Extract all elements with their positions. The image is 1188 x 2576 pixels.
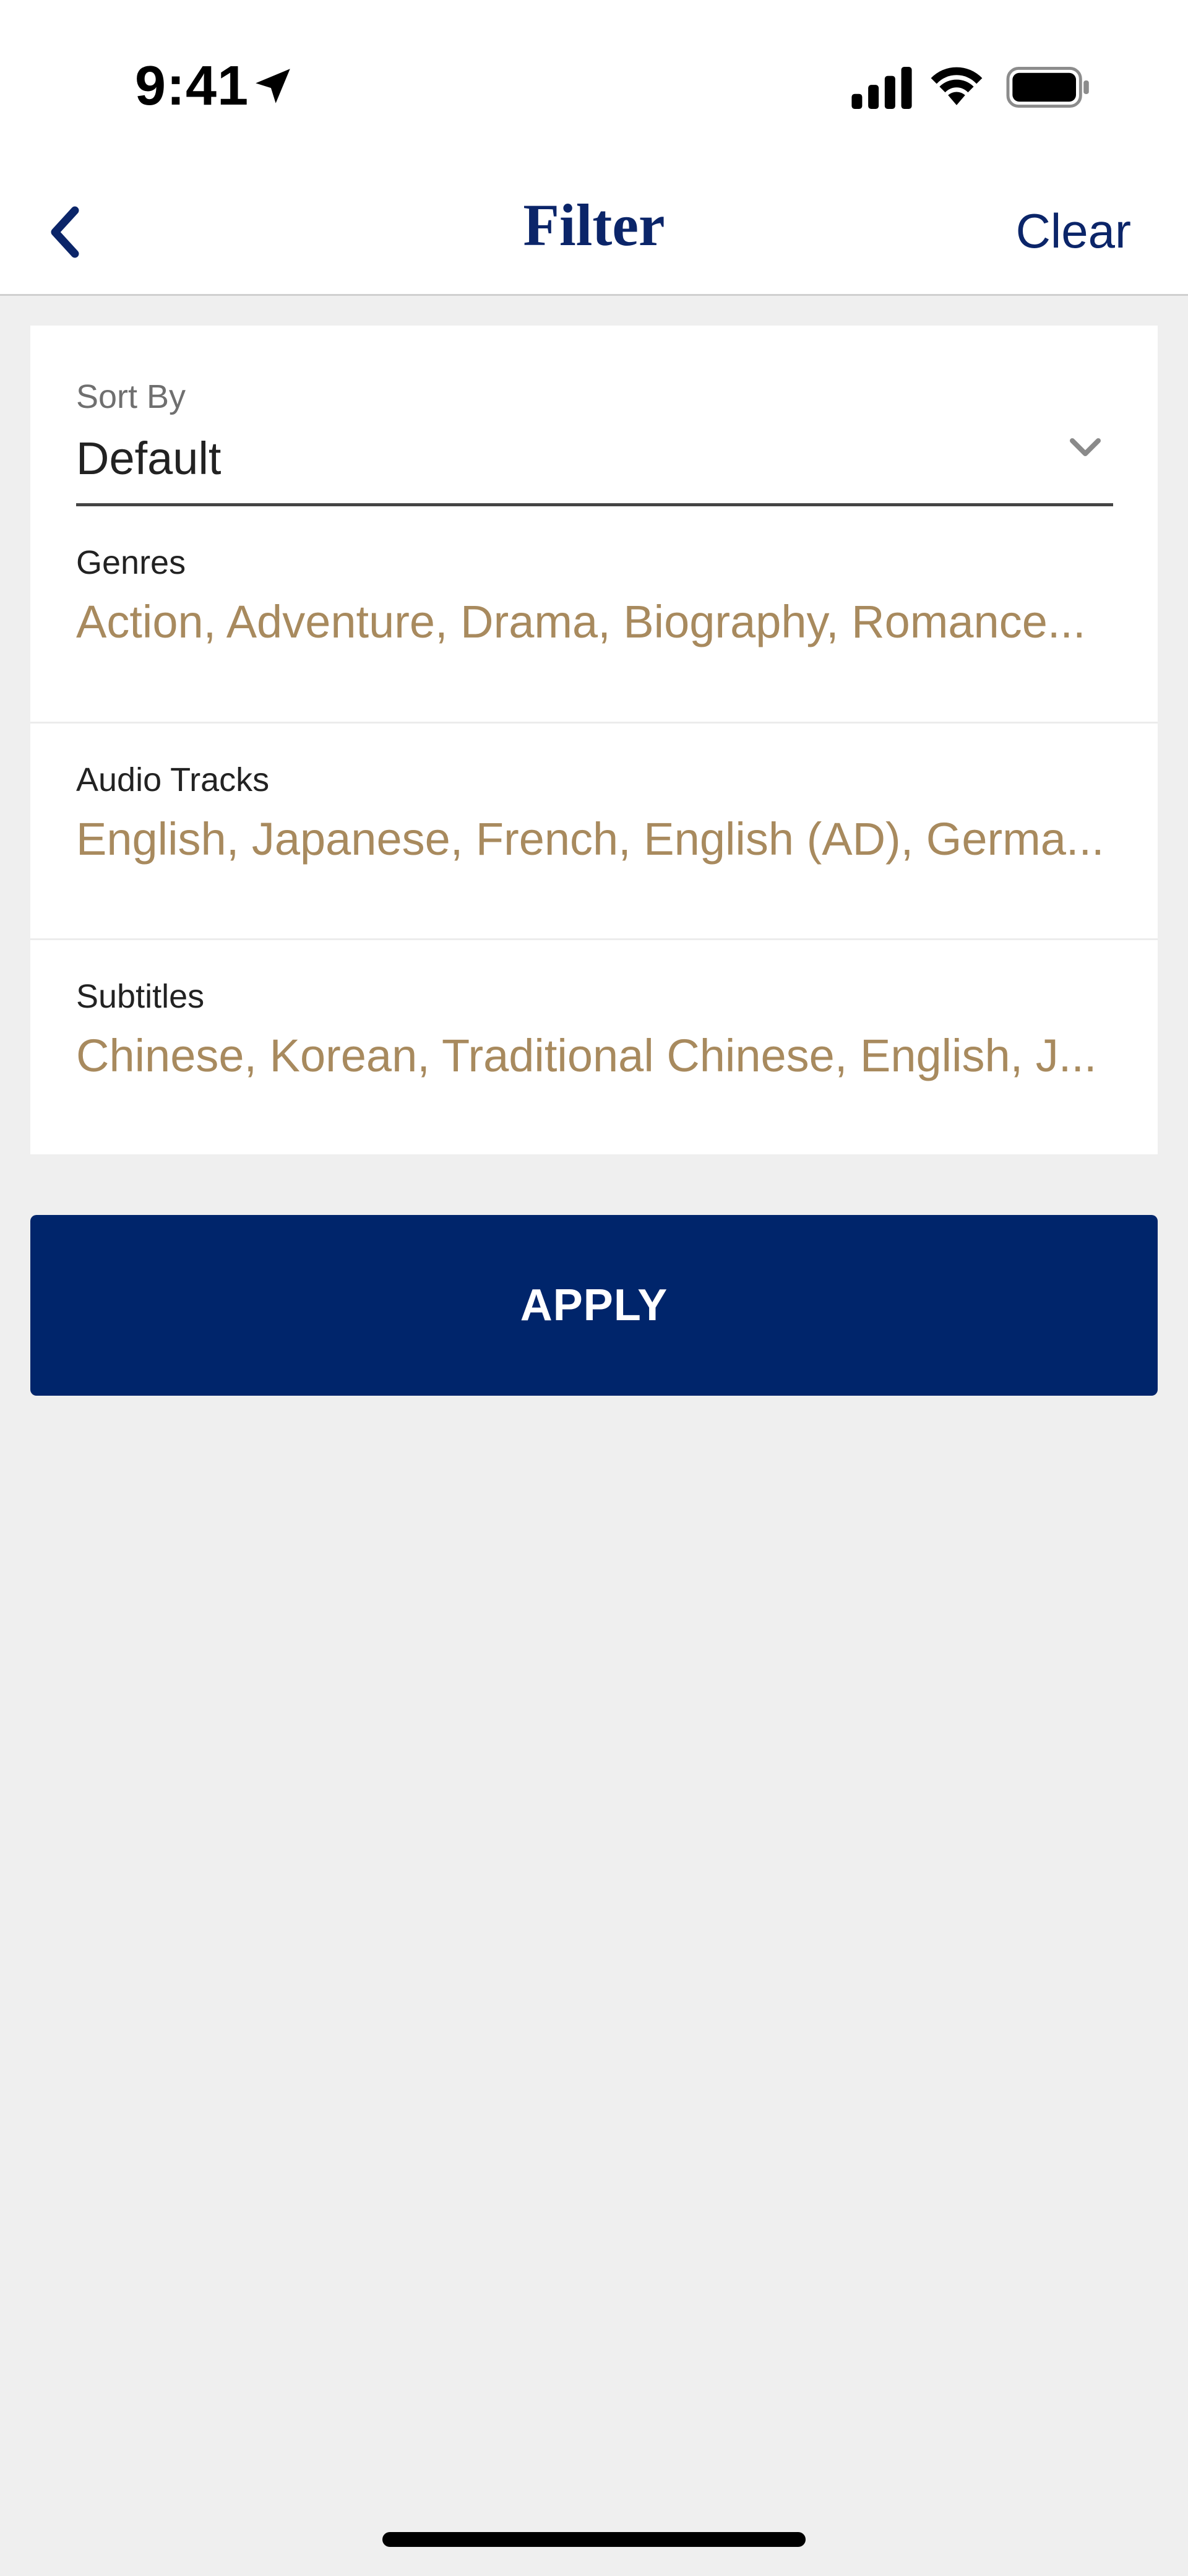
chevron-down-icon: [1070, 438, 1101, 456]
battery-icon: [1006, 67, 1089, 108]
subtitles-value: Chinese, Korean, Traditional Chinese, En…: [76, 1030, 1097, 1081]
audio-tracks-label: Audio Tracks: [76, 761, 270, 798]
filter-card: Sort By Default Genres Action, Adventure…: [30, 326, 1158, 1154]
genres-label: Genres: [76, 544, 186, 581]
apply-button[interactable]: APPLY: [30, 1215, 1158, 1396]
sort-by-label: Sort By: [76, 378, 186, 415]
home-indicator[interactable]: [382, 2532, 806, 2547]
location-arrow-icon: [256, 69, 290, 103]
navigation-bar: Filter Clear: [0, 161, 1188, 296]
genres-value: Action, Adventure, Drama, Biography, Rom…: [76, 596, 1086, 647]
genres-filter[interactable]: Genres Action, Adventure, Drama, Biograp…: [30, 506, 1158, 723]
sort-by-value: Default: [76, 433, 222, 484]
audio-tracks-value: English, Japanese, French, English (AD),…: [76, 813, 1104, 865]
subtitles-label: Subtitles: [76, 978, 205, 1015]
audio-tracks-filter[interactable]: Audio Tracks English, Japanese, French, …: [30, 724, 1158, 940]
status-time: 9:41: [135, 55, 249, 117]
cellular-signal-icon: [851, 67, 912, 109]
wifi-icon: [931, 67, 983, 105]
page-title: Filter: [523, 192, 665, 258]
status-bar: 9:41: [0, 0, 1188, 161]
clear-button[interactable]: Clear: [1016, 203, 1131, 259]
subtitles-filter[interactable]: Subtitles Chinese, Korean, Traditional C…: [30, 940, 1158, 1157]
filter-screen: 9:41 Filter Clear Sort By Default Genres…: [0, 0, 1188, 2576]
